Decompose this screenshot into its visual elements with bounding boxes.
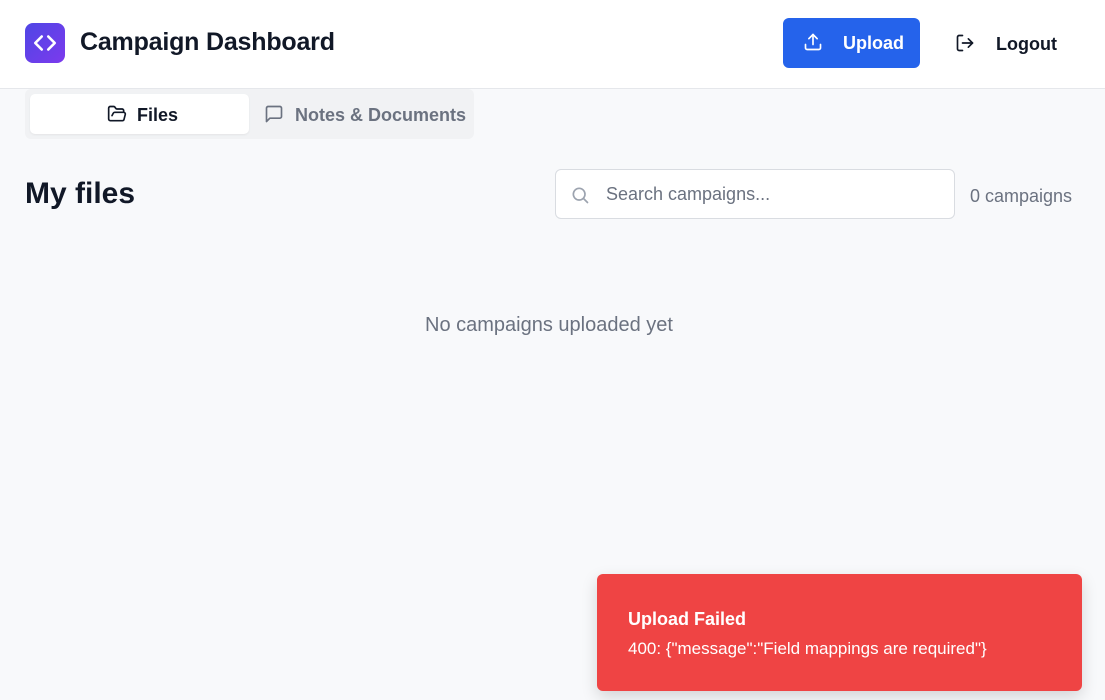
tab-files[interactable]: Files <box>30 94 249 134</box>
folder-open-icon <box>107 105 127 122</box>
message-square-icon <box>265 105 283 123</box>
logout-button[interactable]: Logout <box>940 18 1070 68</box>
search-field[interactable] <box>555 169 955 219</box>
app-logo <box>25 23 65 63</box>
tab-files-label: Files <box>137 105 179 125</box>
search-input[interactable] <box>606 170 946 218</box>
app-title: Campaign Dashboard <box>80 28 335 56</box>
page-title: My files <box>25 177 136 210</box>
upload-button[interactable]: Upload <box>783 18 920 68</box>
toast-title: Upload Failed <box>628 609 747 629</box>
logout-button-label: Logout <box>996 34 1057 54</box>
upload-icon <box>804 33 822 51</box>
upload-button-label: Upload <box>843 33 904 53</box>
app-header: Campaign Dashboard Upload Logout <box>0 0 1105 89</box>
error-toast[interactable]: Upload Failed 400: {"message":"Field map… <box>597 574 1082 691</box>
tab-notes-documents-label: Notes & Documents <box>295 105 467 125</box>
tab-notes-documents[interactable]: Notes & Documents <box>249 94 469 134</box>
tab-bar: Files Notes & Documents <box>25 89 474 139</box>
campaign-count: 0 campaigns <box>969 186 1072 206</box>
search-icon <box>572 187 589 204</box>
empty-state-message: No campaigns uploaded yet <box>425 314 673 336</box>
code-brackets-icon <box>33 35 57 51</box>
logout-icon <box>956 34 974 52</box>
toast-message: 400: {"message":"Field mappings are requ… <box>628 639 987 658</box>
